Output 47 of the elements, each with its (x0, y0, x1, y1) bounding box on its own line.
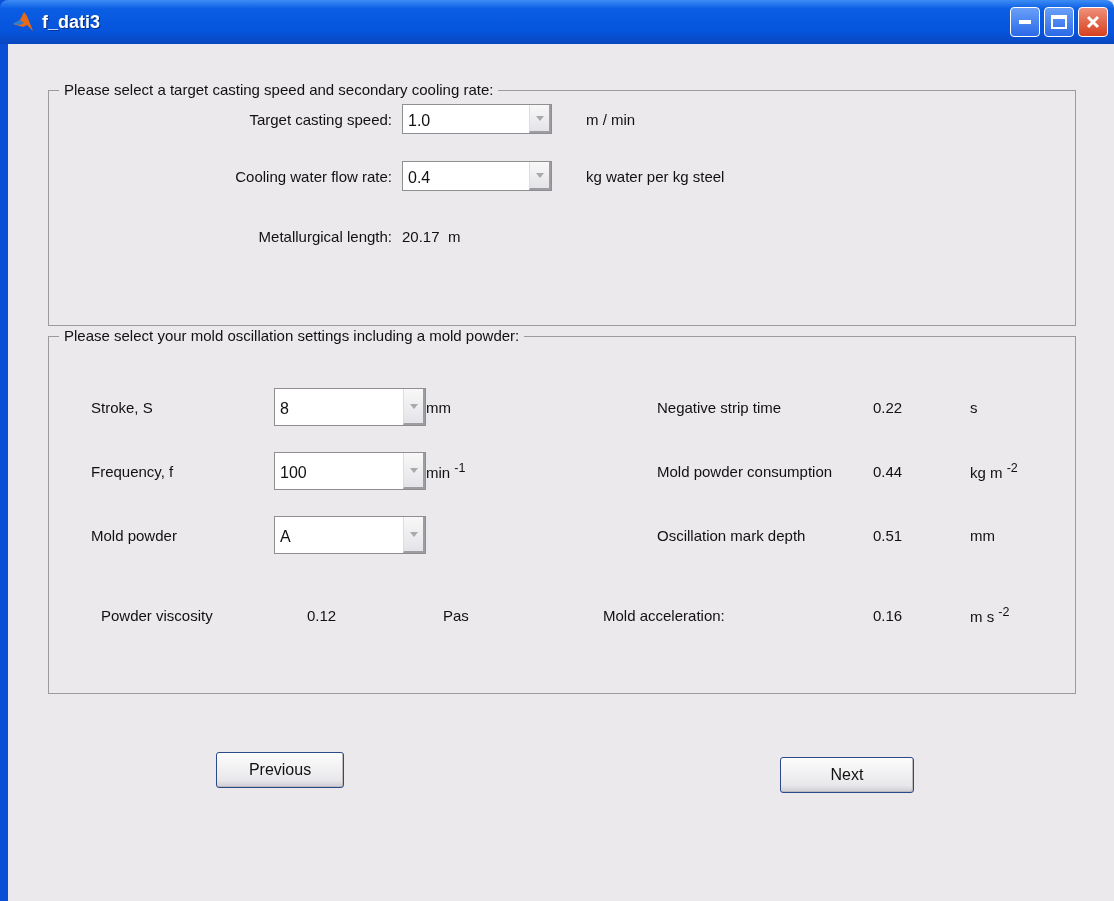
panel-legend: Please select a target casting speed and secondary cooling rate: (59, 81, 499, 98)
field-label: Powder viscosity (101, 606, 214, 624)
result-label: Oscillation mark depth (656, 526, 807, 544)
unit-label: mm (970, 526, 996, 544)
unit-label: kg m $^{-2}$ (970, 461, 1019, 481)
result-value: 0.16 (873, 606, 904, 624)
caret-icon (409, 531, 418, 537)
field-label: Mold powder (91, 526, 178, 544)
result-label: Mold acceleration: (602, 606, 726, 624)
caret-icon (409, 403, 418, 409)
dropdown[interactable]: A (274, 516, 426, 554)
dropdown[interactable]: 0.4 (402, 161, 552, 191)
result-label: Metallurgical length: (257, 227, 393, 245)
next-button[interactable]: Next (780, 757, 914, 793)
dropdown[interactable]: 100 (274, 452, 426, 490)
result-value: 0.51 (873, 526, 904, 544)
caret-icon (409, 467, 418, 473)
result-label: Mold powder consumption (656, 462, 834, 480)
result-value: 20.17 m (402, 227, 462, 245)
maximize-icon (1051, 15, 1067, 29)
previous-button[interactable]: Previous (216, 752, 344, 788)
panel-legend: Please select your mold oscillation settings including a mold powder: (59, 327, 525, 344)
caret-icon (535, 172, 544, 178)
caret-icon (535, 115, 544, 121)
dropdown[interactable]: 1.0 (402, 104, 552, 134)
result-label: Negative strip time (656, 398, 783, 416)
unit-label: m / min (585, 110, 637, 128)
unit-label: min $^{-1}$ (426, 461, 467, 481)
result-value: 0.12 (307, 606, 338, 624)
unit-label: kg water per kg steel (585, 167, 726, 185)
result-value: 0.22 (873, 398, 904, 416)
field-label: Frequency, f (91, 462, 175, 480)
dropdown[interactable]: 8 (274, 388, 426, 426)
field-label: Cooling water flow rate: (234, 167, 393, 185)
unit-label: Pas (443, 606, 470, 624)
result-value: 0.44 (873, 462, 904, 480)
unit-label: mm (426, 398, 452, 416)
minimize-button[interactable] (1010, 7, 1040, 37)
close-button[interactable] (1078, 7, 1108, 37)
field-label: Stroke, S (91, 398, 154, 416)
field-label: Target casting speed: (248, 110, 393, 128)
unit-label: m s $^{-2}$ (970, 605, 1011, 625)
close-icon (1086, 15, 1100, 29)
unit-label: s (970, 398, 979, 416)
maximize-button[interactable] (1044, 7, 1074, 37)
minimize-icon (1019, 20, 1031, 24)
window-title: f_dati3 (42, 11, 102, 33)
